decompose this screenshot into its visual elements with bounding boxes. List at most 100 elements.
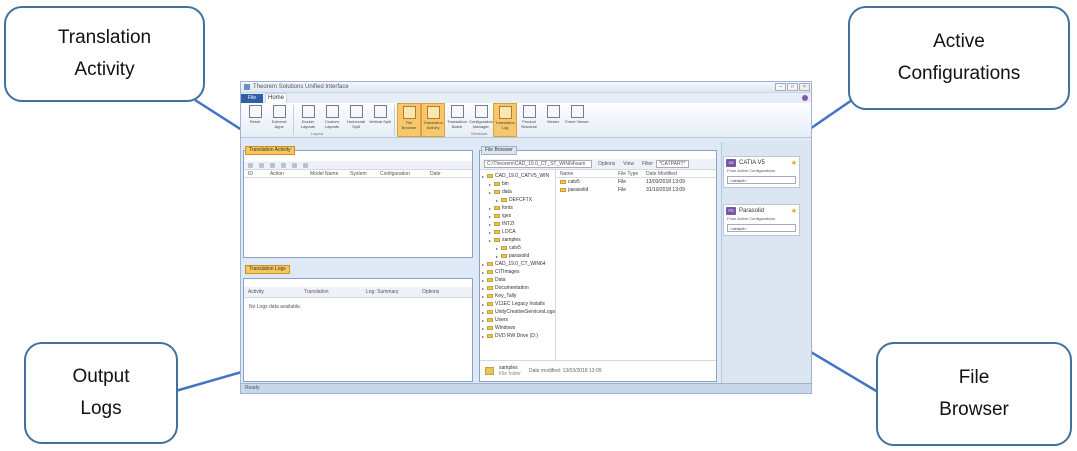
tree-item[interactable]: ▸ samples <box>480 236 555 244</box>
filter-label: Filter <box>641 161 654 167</box>
column-header[interactable]: Model Name <box>306 171 346 177</box>
ribbon-button-viewer[interactable]: Viewer <box>541 103 565 137</box>
tree-item[interactable]: ▸ V11EC Legacy Installs <box>480 300 555 308</box>
browser-details: samples File folder Date modified: 13/03… <box>480 360 716 380</box>
close-button[interactable]: × <box>799 83 810 91</box>
ribbon-button-reset[interactable]: Reset <box>243 103 267 137</box>
tree-item[interactable]: ▸ fonts <box>480 204 555 212</box>
logs-filter[interactable]: Translation <box>304 289 366 295</box>
maximize-button[interactable]: □ <box>787 83 798 91</box>
tree-item[interactable]: ▸ Key_Tally <box>480 292 555 300</box>
ribbon-button-external-apps[interactable]: External Apps <box>267 103 291 137</box>
view-menu[interactable]: View <box>623 161 634 167</box>
config-subtitle: From Active Configurations <box>727 168 776 173</box>
toolbar-icon[interactable] <box>259 162 264 168</box>
folder-icon <box>501 246 507 250</box>
toolbar-icon[interactable] <box>270 162 275 168</box>
star-icon[interactable]: ★ <box>791 207 797 215</box>
callout-text: Output <box>72 366 130 387</box>
ribbon-button-product-structure[interactable]: Product Structure <box>517 103 541 137</box>
filter-select[interactable]: *CATPART* <box>656 160 689 168</box>
minimize-button[interactable]: – <box>775 83 786 91</box>
toolbar-icon[interactable] <box>248 162 253 168</box>
tree-item[interactable]: ▸ CAD_19.0_CT_WIN64 <box>480 260 555 268</box>
tree-item-label: CAD_19.0_CT_WIN64 <box>495 261 546 267</box>
logs-filter[interactable]: Log: Summary <box>366 289 422 295</box>
tab-file[interactable]: File <box>241 94 263 103</box>
tab-file-browser[interactable]: File Browser <box>481 146 517 155</box>
tree-item-label: Data <box>495 277 506 283</box>
ribbon-button-label: Translation Log <box>495 120 515 130</box>
tree-item[interactable]: ▸ data <box>480 188 555 196</box>
tree-item[interactable]: ▸ bin <box>480 180 555 188</box>
folder-icon <box>494 222 500 226</box>
path-field[interactable]: C:\Theorem\CAD_19.0_CT_ST_WIN64\sam <box>484 160 592 168</box>
ribbon-button-translation-activity[interactable]: Translation Activity <box>421 103 445 137</box>
file-type: File <box>618 187 627 193</box>
tree-item[interactable]: ▸ DEFCFTX <box>480 196 555 204</box>
tree-item[interactable]: ▸ CITImages <box>480 268 555 276</box>
ribbon-button-label: Translation Batch <box>447 119 467 129</box>
tree-item[interactable]: ▸ LOCA <box>480 228 555 236</box>
column-header[interactable]: System <box>346 171 376 177</box>
tab-translation-activity[interactable]: Translation Activity <box>245 146 295 155</box>
folder-icon <box>487 270 493 274</box>
toolbar-icon[interactable] <box>303 162 308 168</box>
translation-activity-panel: ID Action Model Name System Configuration Dat… <box>243 150 473 258</box>
ribbon-button-label: Viewer <box>546 119 560 124</box>
column-header[interactable]: Name <box>556 171 614 177</box>
tree-item[interactable]: ▸ UnityCreativeServicesLogs <box>480 308 555 316</box>
tree-item[interactable]: ▸ CAD_19.0_CATV5_WIN <box>480 172 555 180</box>
tree-item[interactable]: ▸ catv5 <box>480 244 555 252</box>
tree-item[interactable]: ▸ Data <box>480 276 555 284</box>
translation-log-icon <box>498 106 512 119</box>
column-header[interactable]: Configuration <box>376 171 426 177</box>
ribbon-button-vertical-split[interactable]: Vertical Split <box>368 103 392 137</box>
folder-icon <box>487 278 493 282</box>
parasolid-icon: PS <box>726 206 736 215</box>
tree-item-label: Windows <box>495 325 516 331</box>
config-select[interactable]: <default> <box>727 224 796 232</box>
folder-icon <box>494 230 500 234</box>
file-row[interactable]: catv5 File 13/03/2018 13:09 <box>556 178 716 186</box>
tab-translation-logs[interactable]: Translation Logs <box>245 265 290 274</box>
tree-item-label: iges <box>502 213 512 219</box>
ribbon-button-label: Product Structure <box>520 119 538 129</box>
config-card-catia[interactable]: V5 CATIA V5 ★ From Active Configurations <… <box>723 156 800 188</box>
toolbar-icon[interactable] <box>292 162 297 168</box>
ribbon-button-file-browser[interactable]: File Browser <box>397 103 421 137</box>
tab-home[interactable]: Home <box>265 93 287 103</box>
ribbon-button-translation-batch[interactable]: Translation Batch <box>445 103 469 137</box>
column-header[interactable]: Date Modified <box>642 171 702 177</box>
column-header[interactable]: Action <box>266 171 306 177</box>
ribbon-separator <box>293 105 294 135</box>
star-icon[interactable]: ★ <box>791 159 797 167</box>
logs-filter[interactable]: Activity <box>248 289 304 295</box>
config-card-parasolid[interactable]: PS Parasolid ★ From Active Configurations … <box>723 204 800 236</box>
tree-item[interactable]: ▸ iges <box>480 212 555 220</box>
tree-item[interactable]: ▸ DVD RW Drive (D:) <box>480 332 555 340</box>
column-header[interactable]: Date <box>426 171 456 177</box>
tree-item[interactable]: ▸ Users <box>480 316 555 324</box>
column-header[interactable]: File Type <box>614 171 642 177</box>
logs-filter[interactable]: Options <box>422 289 452 295</box>
toolbar-icon[interactable] <box>281 162 286 168</box>
file-date: 13/03/2018 13:09 <box>646 179 685 185</box>
tree-item[interactable]: ▸ INTZI <box>480 220 555 228</box>
config-select[interactable]: <default> <box>727 176 796 184</box>
ribbon-button-event-viewer[interactable]: Event Viewer <box>565 103 589 137</box>
help-icon[interactable] <box>802 95 808 101</box>
tree-item[interactable]: ▸ Documentation <box>480 284 555 292</box>
tree-item-label: parasolid <box>509 253 530 259</box>
column-header[interactable]: ID <box>244 171 266 177</box>
callout-text: Browser <box>939 399 1009 420</box>
tree-item[interactable]: ▸ Windows <box>480 324 555 332</box>
tree-item[interactable]: ▸ parasolid <box>480 252 555 260</box>
ribbon-button-custom-layouts[interactable]: Custom Layouts <box>320 103 344 137</box>
file-row[interactable]: parasolid File 31/10/2018 13:09 <box>556 186 716 194</box>
ribbon-button-horizontal-split[interactable]: Horizontal Split <box>344 103 368 137</box>
ribbon-button-translation-log[interactable]: Translation Log <box>493 103 517 137</box>
folder-icon <box>494 190 500 194</box>
options-menu[interactable]: Options <box>598 161 615 167</box>
ribbon-button-label: Reset <box>249 119 261 124</box>
